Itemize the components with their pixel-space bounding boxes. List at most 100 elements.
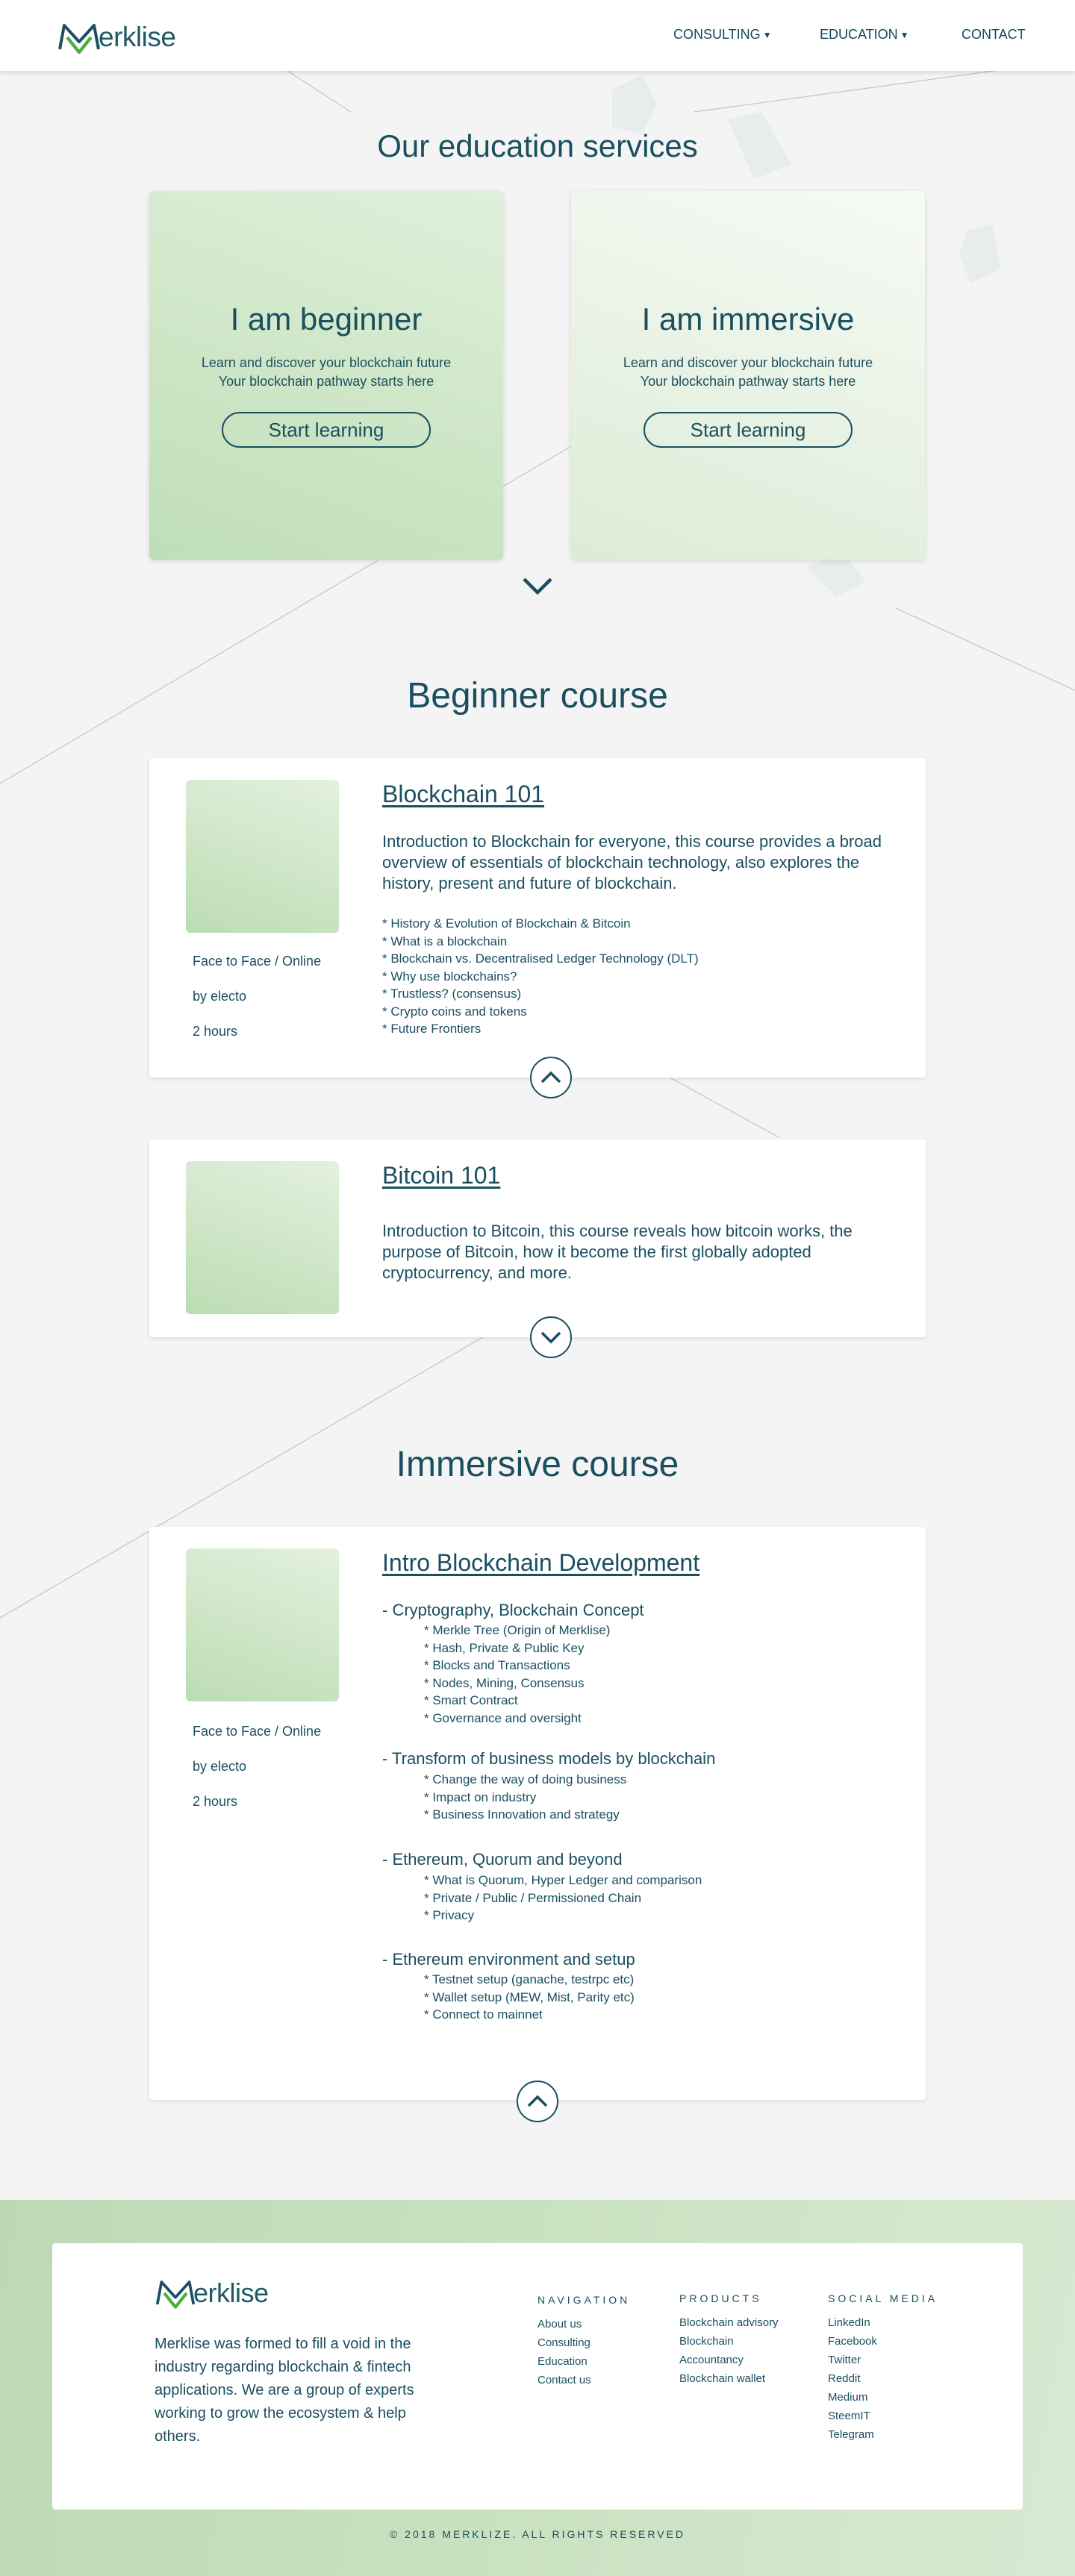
caret-down-icon: ▼ xyxy=(762,29,772,40)
topic-item: * Smart Contract xyxy=(424,1693,518,1707)
topic-item: * Change the way of doing business xyxy=(424,1772,627,1786)
course-intro: Introduction to Bitcoin, this course rev… xyxy=(382,1222,853,1282)
service-card-desc: Learn and discover your blockchain futur… xyxy=(149,354,503,391)
topic-item: * Future Frontiers xyxy=(382,1022,482,1036)
course-topics: * History & Evolution of Blockchain & Bi… xyxy=(382,915,699,1038)
logo-text: erklise xyxy=(193,2278,269,2308)
course-mode: Face to Face / Online xyxy=(193,954,322,969)
topic-item: * Blockchain vs. Decentralised Ledger Te… xyxy=(382,951,699,966)
course-card-intro-blockchain-development: Face to Face / Online by electo 2 hours … xyxy=(149,1527,926,2122)
service-card-desc: Learn and discover your blockchain futur… xyxy=(571,354,925,391)
footer-link-telegram[interactable]: Telegram xyxy=(828,2425,938,2444)
footer-link-steemit[interactable]: SteemIT xyxy=(828,2407,938,2425)
service-card-beginner: I am beginner Learn and discover your bl… xyxy=(149,191,503,560)
chevron-up-icon xyxy=(540,1071,561,1084)
site-header: erklise CONSULTING ▼ EDUCATION ▼ CONTACT xyxy=(0,0,1075,71)
topic-item: * Impact on industry xyxy=(424,1789,537,1804)
nav-contact-label: CONTACT xyxy=(962,27,1026,42)
topic-group-heading: - Transform of business models by blockc… xyxy=(382,1749,716,1768)
footer-column-products: PRODUCTS Blockchain advisory Blockchain … xyxy=(679,2292,779,2388)
course-duration: 2 hours xyxy=(193,1794,238,1809)
start-learning-button[interactable]: Start learning xyxy=(222,412,431,448)
topic-group-heading: - Cryptography, Blockchain Concept xyxy=(382,1601,644,1619)
topic-item: * Blocks and Transactions xyxy=(424,1658,570,1672)
chevron-down-icon xyxy=(540,1331,561,1344)
nav-education[interactable]: EDUCATION ▼ xyxy=(820,27,924,43)
topic-group-heading: - Ethereum environment and setup xyxy=(382,1950,635,1969)
footer-about-text: Merklise was formed to fill a void in th… xyxy=(155,2336,414,2445)
footer-link-blockchain-advisory[interactable]: Blockchain advisory xyxy=(679,2313,779,2332)
footer-link-about-us[interactable]: About us xyxy=(538,2315,630,2333)
footer-card: erklise Merklise was formed to fill a vo… xyxy=(52,2243,1023,2510)
nav-contact[interactable]: CONTACT xyxy=(962,27,1029,43)
topic-item: * Why use blockchains? xyxy=(382,969,517,984)
topic-item: * Trustless? (consensus) xyxy=(382,987,522,1001)
site-logo[interactable]: erklise xyxy=(57,19,176,55)
footer-link-medium[interactable]: Medium xyxy=(828,2388,938,2407)
footer-column-navigation: NAVIGATION About us Consulting Education… xyxy=(538,2294,630,2389)
footer-link-education[interactable]: Education xyxy=(538,2352,630,2371)
collapse-toggle-button[interactable] xyxy=(530,1057,572,1098)
course-thumbnail xyxy=(186,780,339,933)
start-learning-button[interactable]: Start learning xyxy=(644,412,853,448)
topic-item: * What is a blockchain xyxy=(382,934,508,948)
topic-group-heading: - Ethereum, Quorum and beyond xyxy=(382,1850,623,1869)
topic-item: * Hash, Private & Public Key xyxy=(424,1640,585,1655)
topic-item: * History & Evolution of Blockchain & Bi… xyxy=(382,916,631,931)
course-title-link[interactable]: Blockchain 101 xyxy=(382,781,544,808)
service-card-title: I am immersive xyxy=(641,301,855,337)
immersive-course-title: Immersive course xyxy=(396,1445,679,1484)
course-duration: 2 hours xyxy=(193,1024,238,1039)
caret-down-icon: ▼ xyxy=(900,29,909,40)
course-title-link[interactable]: Intro Blockchain Development xyxy=(382,1549,699,1577)
topic-item: * Nodes, Mining, Consensus xyxy=(424,1675,585,1690)
footer-link-linkedin[interactable]: LinkedIn xyxy=(828,2313,938,2332)
desc-line: Your blockchain pathway starts here xyxy=(640,374,856,389)
topic-item: * Connect to mainnet xyxy=(424,2007,543,2022)
footer-link-blockchain[interactable]: Blockchain xyxy=(679,2332,779,2351)
course-thumbnail xyxy=(186,1161,339,1314)
footer-logo[interactable]: erklise xyxy=(155,2276,269,2310)
merklise-logo-icon xyxy=(155,2280,196,2309)
topic-item: * Business Innovation and strategy xyxy=(424,1807,620,1822)
topic-item: * What is Quorum, Hyper Ledger and compa… xyxy=(424,1873,702,1887)
topic-item: * Privacy xyxy=(424,1908,475,1922)
scroll-down-chevron-icon[interactable] xyxy=(521,575,554,597)
nav-education-label: EDUCATION xyxy=(820,27,898,42)
topic-sub-list: * Change the way of doing business * Imp… xyxy=(424,1771,626,1824)
logo-text: erklise xyxy=(99,22,176,52)
desc-line: Learn and discover your blockchain futur… xyxy=(201,355,452,370)
topic-item: * Private / Public / Permissioned Chain xyxy=(424,1890,642,1905)
desc-line: Learn and discover your blockchain futur… xyxy=(623,355,873,370)
service-card-title: I am beginner xyxy=(230,301,423,337)
merklise-logo-icon xyxy=(58,24,100,54)
expand-toggle-button[interactable] xyxy=(530,1316,572,1358)
collapse-toggle-button[interactable] xyxy=(517,2081,558,2122)
footer-link-twitter[interactable]: Twitter xyxy=(828,2351,938,2369)
footer-link-facebook[interactable]: Facebook xyxy=(828,2332,938,2351)
topic-sub-list: * What is Quorum, Hyper Ledger and compa… xyxy=(424,1872,702,1925)
topic-sub-list: * Testnet setup (ganache, testrpc etc) *… xyxy=(424,1971,635,2024)
course-thumbnail xyxy=(186,1548,339,1701)
nav-consulting[interactable]: CONSULTING ▼ xyxy=(673,27,785,43)
footer-link-blockchain-wallet[interactable]: Blockchain wallet xyxy=(679,2369,779,2388)
footer-column-heading: PRODUCTS xyxy=(679,2292,762,2304)
course-title-link[interactable]: Bitcoin 101 xyxy=(382,1162,500,1189)
course-intro: Introduction to Blockchain for everyone,… xyxy=(382,832,882,892)
footer-column-heading: NAVIGATION xyxy=(538,2294,631,2306)
copyright-text: © 2018 MERKLIZE. ALL RIGHTS RESERVED xyxy=(389,2528,686,2540)
desc-line: Your blockchain pathway starts here xyxy=(218,374,434,389)
nav-consulting-label: CONSULTING xyxy=(673,27,761,42)
beginner-course-title: Beginner course xyxy=(407,676,668,716)
topic-item: * Testnet setup (ganache, testrpc etc) xyxy=(424,1972,635,1986)
footer-link-consulting[interactable]: Consulting xyxy=(538,2333,630,2352)
topic-sub-list: * Merkle Tree (Origin of Merklise) * Has… xyxy=(424,1622,610,1727)
footer-link-reddit[interactable]: Reddit xyxy=(828,2369,938,2388)
course-author: by electo xyxy=(193,1759,247,1774)
service-card-immersive: I am immersive Learn and discover your b… xyxy=(571,191,925,560)
footer-link-accountancy[interactable]: Accountancy xyxy=(679,2351,779,2369)
footer-column-social-media: SOCIAL MEDIA LinkedIn Facebook Twitter R… xyxy=(828,2292,938,2444)
footer-link-contact-us[interactable]: Contact us xyxy=(538,2371,630,2389)
course-author: by electo xyxy=(193,989,247,1004)
course-card-bitcoin-101: Bitcoin 101 Introduction to Bitcoin, thi… xyxy=(149,1139,926,1358)
